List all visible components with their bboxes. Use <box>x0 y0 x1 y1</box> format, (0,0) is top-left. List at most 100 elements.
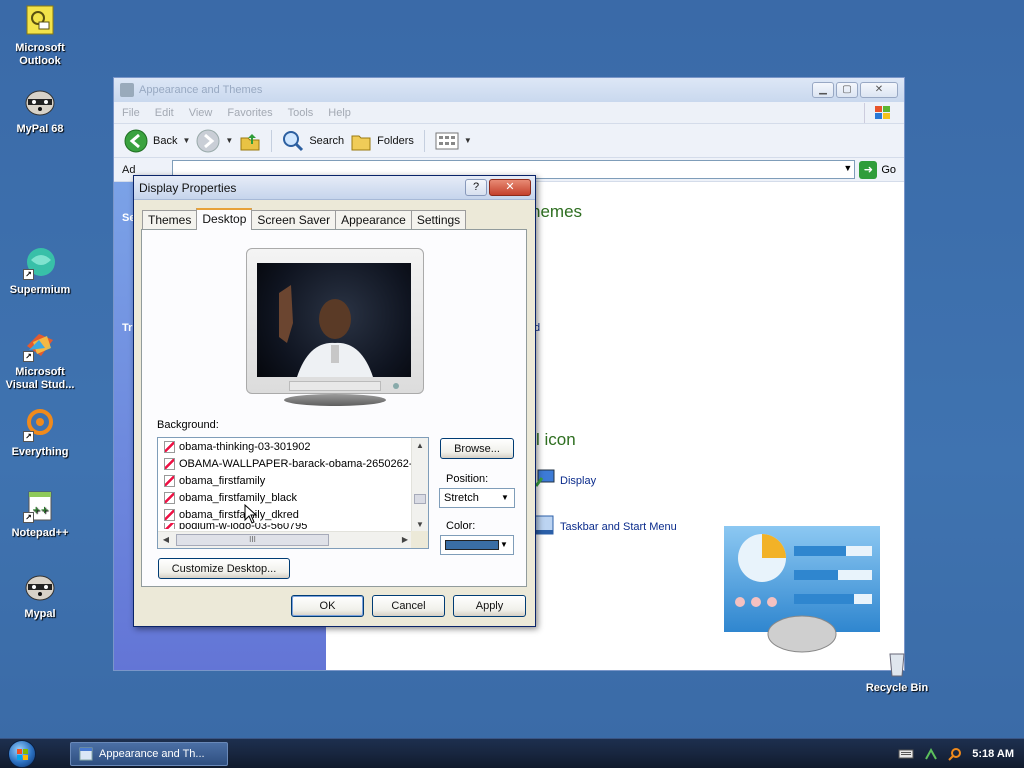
taskbar-start-menu-link[interactable]: Taskbar and Start Menu <box>560 521 677 533</box>
position-select[interactable]: Stretch ▼ <box>439 488 515 508</box>
menu-help[interactable]: Help <box>328 107 351 119</box>
toolbar-separator <box>423 129 425 152</box>
menu-bar: File Edit View Favorites Tools Help <box>114 102 904 124</box>
color-label: Color: <box>446 520 476 532</box>
forward-arrow-icon <box>196 129 220 152</box>
tab-themes[interactable]: Themes <box>142 210 198 230</box>
desktop-icon-supermium[interactable]: ↗ Supermium <box>1 246 79 297</box>
chevron-down-icon[interactable]: ▼ <box>496 537 512 553</box>
menu-file[interactable]: File <box>122 107 140 119</box>
views-button[interactable]: ▼ <box>435 131 472 151</box>
list-item[interactable]: obama-thinking-03-301902 <box>158 438 428 455</box>
explorer-titlebar[interactable]: Appearance and Themes ▁ ▢ ✕ <box>114 78 904 102</box>
list-item-label: obama_firstfamily_black <box>179 491 297 504</box>
power-led-icon <box>393 383 399 389</box>
list-item-label: obama-thinking-03-301902 <box>179 440 311 453</box>
tab-appearance[interactable]: Appearance <box>335 210 412 230</box>
folders-button[interactable]: Folders <box>350 130 414 152</box>
list-item[interactable]: obama_firstfamily <box>158 472 428 489</box>
forward-button[interactable]: ▼ <box>196 129 233 153</box>
start-button[interactable] <box>8 740 36 768</box>
scroll-thumb[interactable]: III <box>176 534 329 546</box>
minimize-button[interactable]: ▁ <box>812 82 834 98</box>
chevron-down-icon[interactable]: ▼ <box>843 163 852 173</box>
system-tray: 5:18 AM <box>898 739 1024 768</box>
desktop-icon-microsoft-visual-studio[interactable]: ↗ Microsoft Visual Stud... <box>1 328 79 392</box>
window-icon <box>79 747 93 761</box>
maximize-button[interactable]: ▢ <box>836 82 858 98</box>
desktop-icon-recycle-bin[interactable]: Recycle Bin <box>858 652 936 695</box>
help-button[interactable]: ? <box>465 179 487 196</box>
notepad-plus-plus-icon: ++ ↗ <box>23 489 57 523</box>
apply-button[interactable]: Apply <box>453 595 526 617</box>
close-button[interactable]: ✕ <box>860 82 898 98</box>
image-file-icon <box>164 523 175 529</box>
list-item[interactable]: obama_firstfamily_black <box>158 489 428 506</box>
go-button[interactable]: ➜ Go <box>859 160 896 179</box>
search-icon <box>283 130 304 151</box>
background-label: Background: <box>157 419 219 431</box>
desktop-icon-microsoft-outlook[interactable]: Microsoft Outlook <box>1 4 79 68</box>
views-icon <box>435 132 459 149</box>
desktop-icon-mypal-68[interactable]: MyPal 68 <box>1 85 79 136</box>
up-folder-button[interactable] <box>239 130 261 152</box>
horizontal-scrollbar[interactable]: ◀ III ▶ <box>158 531 413 548</box>
desktop-icon-label: Everything <box>11 446 69 458</box>
desktop-icon-label: Mypal <box>24 608 56 620</box>
chevron-down-icon[interactable]: ▼ <box>225 136 233 145</box>
folders-label: Folders <box>377 134 414 147</box>
cancel-button[interactable]: Cancel <box>372 595 445 617</box>
desktop-icon-mypal[interactable]: Mypal <box>1 570 79 621</box>
menu-view[interactable]: View <box>189 107 213 119</box>
recycle-bin-icon <box>880 652 914 678</box>
menu-edit[interactable]: Edit <box>155 107 174 119</box>
list-item[interactable]: obama_firstfamily_dkred <box>158 506 428 523</box>
keyboard-icon[interactable] <box>898 748 914 760</box>
color-picker[interactable]: ▼ <box>440 535 514 555</box>
search-icon[interactable] <box>948 747 962 761</box>
svg-text:++: ++ <box>32 505 49 516</box>
search-button[interactable]: Search <box>282 130 344 152</box>
network-icon[interactable] <box>924 747 938 761</box>
raccoon-icon <box>23 570 57 604</box>
wallpaper-photo <box>279 285 373 377</box>
desktop-icon-everything[interactable]: ↗ Everything <box>1 408 79 459</box>
dialog-titlebar[interactable]: Display Properties ? ✕ <box>134 176 535 200</box>
clock[interactable]: 5:18 AM <box>972 748 1014 760</box>
desktop-icon-notepad-plus-plus[interactable]: ++ ↗ Notepad++ <box>1 489 79 540</box>
desktop-icon-label: Recycle Bin <box>865 682 929 694</box>
desktop-icon-label: Supermium <box>9 284 71 296</box>
vertical-scrollbar[interactable]: ▲ ▼ <box>411 438 428 533</box>
folder-icon <box>120 83 134 97</box>
scroll-left-icon[interactable]: ◀ <box>158 532 174 548</box>
menu-tools[interactable]: Tools <box>288 107 314 119</box>
tab-desktop[interactable]: Desktop <box>196 208 253 230</box>
image-file-icon <box>164 440 175 453</box>
ok-button[interactable]: OK <box>291 595 364 617</box>
taskbar-item-appearance-and-themes[interactable]: Appearance and Th... <box>70 742 228 766</box>
scroll-up-icon[interactable]: ▲ <box>412 438 428 454</box>
list-item[interactable]: OBAMA-WALLPAPER-barack-obama-2650262-8 <box>158 455 428 472</box>
tab-settings[interactable]: Settings <box>410 210 467 230</box>
everything-icon: ↗ <box>23 408 57 442</box>
raccoon-icon <box>23 85 57 119</box>
menu-favorites[interactable]: Favorites <box>227 107 272 119</box>
chevron-down-icon[interactable]: ▼ <box>182 136 190 145</box>
dialog-close-button[interactable]: ✕ <box>489 179 531 196</box>
back-button[interactable]: Back ▼ <box>124 129 190 153</box>
position-value: Stretch <box>444 492 479 504</box>
background-list[interactable]: obama-thinking-03-301902 OBAMA-WALLPAPER… <box>157 437 429 549</box>
chevron-down-icon[interactable]: ▼ <box>464 136 472 145</box>
customize-desktop-button[interactable]: Customize Desktop... <box>158 558 290 579</box>
scroll-corner <box>411 531 428 548</box>
display-link[interactable]: Display <box>560 475 596 487</box>
scroll-thumb[interactable] <box>414 494 426 504</box>
control-panel-icon-heading: l icon <box>536 430 576 449</box>
chevron-down-icon[interactable]: ▼ <box>497 490 513 506</box>
monitor-frame <box>246 248 424 394</box>
browse-button[interactable]: Browse... <box>440 438 514 459</box>
tab-screen-saver[interactable]: Screen Saver <box>251 210 337 230</box>
folders-icon <box>351 135 371 150</box>
list-item[interactable]: podium-w-logo-03-560795 <box>158 523 428 529</box>
image-file-icon <box>164 508 175 521</box>
